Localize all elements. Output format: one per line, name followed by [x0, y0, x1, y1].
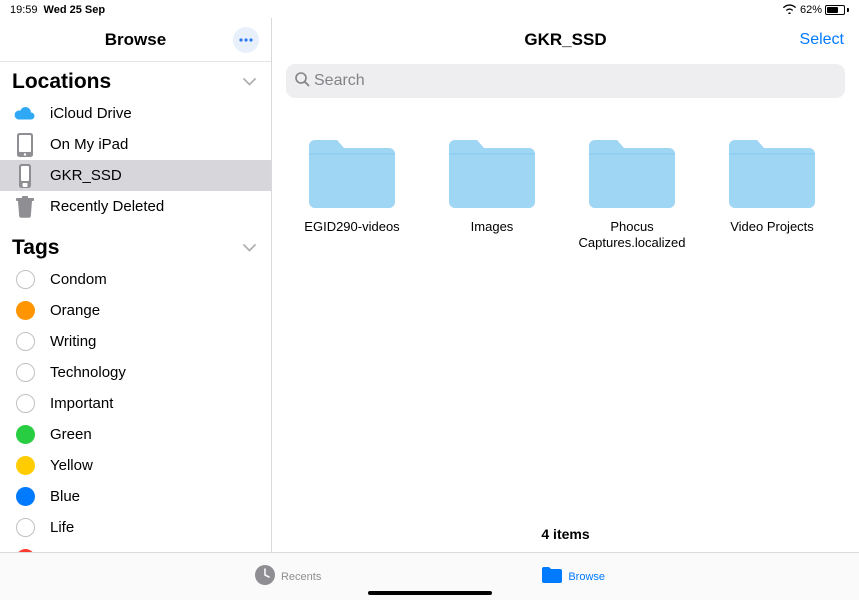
search-icon [294, 71, 310, 92]
sidebar-item-label: Green [50, 426, 92, 443]
sidebar-item-label: Blue [50, 488, 80, 505]
status-bar: 19:59 Wed 25 Sep 62% [0, 0, 859, 18]
folder-item[interactable]: EGID290-videos [282, 136, 422, 250]
sidebar-tag-blue[interactable]: Blue [0, 481, 271, 512]
sidebar-title: Browse [105, 30, 166, 50]
home-indicator[interactable] [368, 591, 492, 595]
folder-grid: EGID290-videos Images Phocus Captures.loca… [272, 108, 859, 516]
folder-icon [585, 136, 679, 215]
search-field[interactable] [286, 64, 845, 98]
sidebar-tag-orange[interactable]: Orange [0, 295, 271, 326]
location-icon [12, 101, 38, 127]
tab-recents-label: Recents [281, 571, 321, 583]
folder-icon [305, 136, 399, 215]
clock-icon [254, 564, 276, 589]
status-time: 19:59 [10, 4, 38, 16]
chevron-down-icon [243, 73, 256, 91]
tab-bar: Recents Browse [0, 552, 859, 600]
sidebar-tag-condom[interactable]: Condom [0, 264, 271, 295]
sidebar-item-label: Writing [50, 333, 96, 350]
locations-header[interactable]: Locations [0, 62, 271, 98]
sidebar-item-label: On My iPad [50, 136, 128, 153]
tag-dot-icon [16, 301, 35, 320]
sidebar-item-label: Orange [50, 302, 100, 319]
sidebar-item-gkr_ssd[interactable]: GKR_SSD [0, 160, 271, 191]
sidebar: Browse Locations iCloud Drive On My iPad G… [0, 18, 272, 552]
folder-icon [541, 566, 563, 587]
tag-dot-icon [16, 394, 35, 413]
tag-dot-icon [16, 270, 35, 289]
folder-item[interactable]: Images [422, 136, 562, 250]
search-input[interactable] [314, 72, 837, 90]
sidebar-tag-green[interactable]: Green [0, 419, 271, 450]
folder-item[interactable]: Video Projects [702, 136, 842, 250]
sidebar-item-label: GKR_SSD [50, 167, 122, 184]
folder-item[interactable]: Phocus Captures.localized [562, 136, 702, 250]
tag-dot-icon [16, 332, 35, 351]
sidebar-item-on-my-ipad[interactable]: On My iPad [0, 129, 271, 160]
battery-percent: 62% [800, 4, 822, 16]
tag-dot-icon [16, 456, 35, 475]
sidebar-item-label: Yellow [50, 457, 93, 474]
sidebar-item-label: Recently Deleted [50, 198, 164, 215]
sidebar-item-label: Life [50, 519, 74, 536]
sidebar-item-recently-deleted[interactable]: Recently Deleted [0, 191, 271, 222]
tag-dot-icon [16, 518, 35, 537]
folder-icon [445, 136, 539, 215]
select-button[interactable]: Select [800, 31, 844, 49]
items-count: 4 items [272, 516, 859, 552]
location-icon [12, 132, 38, 158]
main-header: GKR_SSD Select [272, 18, 859, 62]
sidebar-tag-red[interactable]: Red [0, 543, 271, 552]
page-title: GKR_SSD [524, 30, 606, 50]
sidebar-tag-important[interactable]: Important [0, 388, 271, 419]
sidebar-tag-writing[interactable]: Writing [0, 326, 271, 357]
sidebar-tag-yellow[interactable]: Yellow [0, 450, 271, 481]
tags-title: Tags [12, 236, 59, 260]
wifi-icon [782, 3, 797, 17]
tag-dot-icon [16, 363, 35, 382]
more-button[interactable] [233, 27, 259, 53]
chevron-down-icon [243, 239, 256, 257]
folder-label: EGID290-videos [304, 219, 399, 235]
location-icon [12, 163, 38, 189]
sidebar-item-label: Important [50, 395, 113, 412]
folder-icon [725, 136, 819, 215]
sidebar-item-icloud-drive[interactable]: iCloud Drive [0, 98, 271, 129]
sidebar-item-label: Technology [50, 364, 126, 381]
locations-title: Locations [12, 70, 111, 94]
tag-dot-icon [16, 487, 35, 506]
sidebar-item-label: Condom [50, 271, 107, 288]
tags-header[interactable]: Tags [0, 228, 271, 264]
tab-browse[interactable]: Browse [541, 566, 605, 587]
status-date: Wed 25 Sep [44, 4, 106, 16]
sidebar-tag-life[interactable]: Life [0, 512, 271, 543]
folder-label: Images [471, 219, 514, 235]
sidebar-item-label: iCloud Drive [50, 105, 132, 122]
main-area: GKR_SSD Select EGID290-videos Images Phocu… [272, 18, 859, 552]
tag-dot-icon [16, 425, 35, 444]
folder-label: Phocus Captures.localized [572, 219, 692, 250]
tab-browse-label: Browse [568, 571, 605, 583]
location-icon [12, 194, 38, 220]
tab-recents[interactable]: Recents [254, 564, 321, 589]
battery-icon [825, 5, 849, 15]
sidebar-header: Browse [0, 18, 271, 62]
folder-label: Video Projects [730, 219, 814, 235]
sidebar-tag-technology[interactable]: Technology [0, 357, 271, 388]
